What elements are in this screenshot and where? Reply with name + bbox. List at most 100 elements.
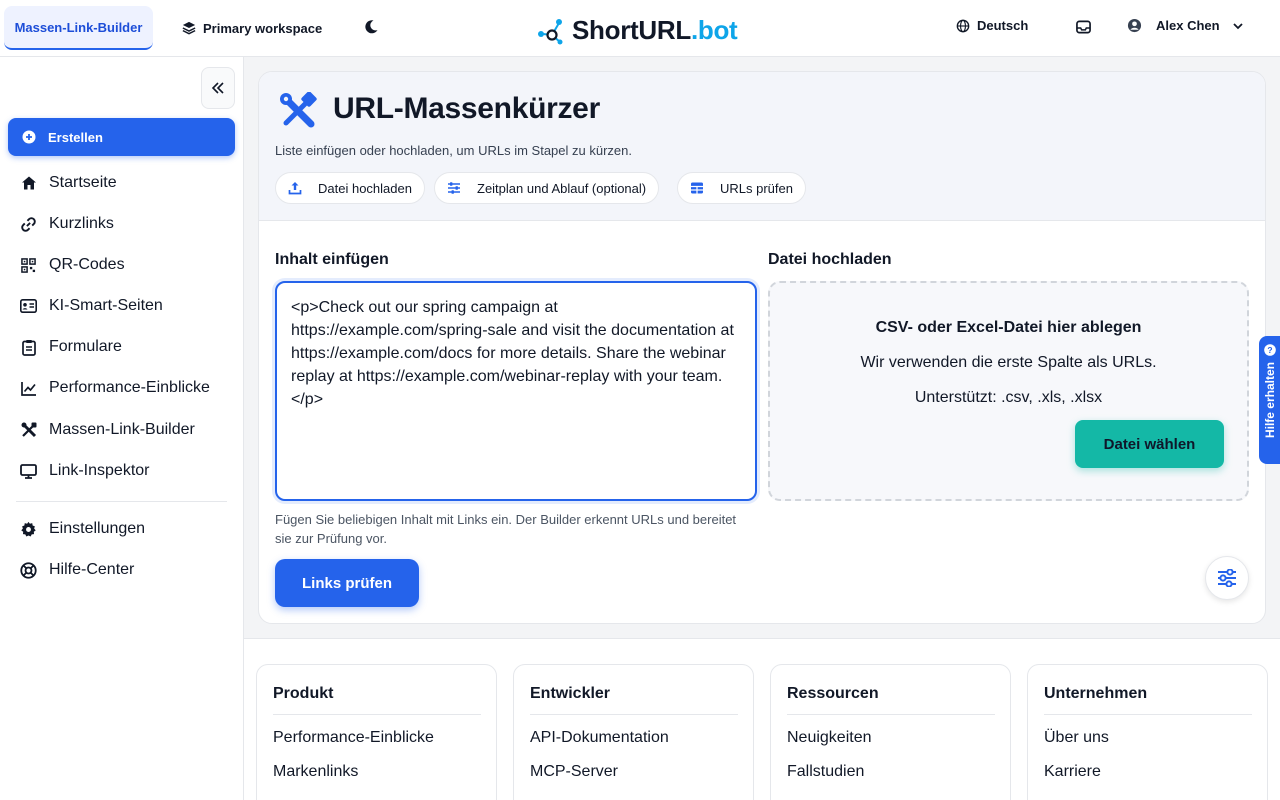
create-label: Erstellen	[48, 129, 103, 145]
sidebar-item-label: KI-Smart-Seiten	[49, 297, 163, 314]
user-avatar-icon	[1127, 18, 1142, 33]
page-title: URL-Massenkürzer	[333, 92, 600, 125]
sidebar-item-performance-einblicke[interactable]: Performance-Einblicke	[20, 377, 210, 399]
footer-link[interactable]: Karriere	[1044, 763, 1101, 781]
paste-label: Inhalt einfügen	[275, 251, 389, 268]
get-help-tab[interactable]: ? Hilfe erhalten	[1259, 336, 1280, 464]
sidebar: Erstellen Startseite Kurzlinks QR-Codes …	[0, 57, 244, 800]
tab-massen-link-builder[interactable]: Massen-Link-Builder	[4, 6, 153, 50]
bulk-shortener-card: URL-Massenkürzer Liste einfügen oder hoc…	[258, 71, 1266, 624]
footer-column-produkt: Produkt Performance-Einblicke Markenlink…	[256, 664, 497, 800]
top-bar: Massen-Link-Builder Primary workspace Sh…	[0, 0, 1280, 57]
home-icon	[20, 175, 37, 192]
sidebar-item-label: Formulare	[49, 338, 122, 355]
sidebar-item-label: Link-Inspektor	[49, 462, 150, 479]
footer-link[interactable]: Über uns	[1044, 729, 1109, 747]
id-card-icon	[20, 298, 37, 315]
upload-icon	[288, 182, 302, 195]
sidebar-item-kurzlinks[interactable]: Kurzlinks	[20, 213, 114, 235]
logo[interactable]: ShortURL.bot	[536, 14, 738, 46]
footer-divider	[273, 714, 481, 715]
collapse-sidebar-button[interactable]	[201, 67, 235, 109]
file-dropzone[interactable]: CSV- oder Excel-Datei hier ablegen Wir v…	[768, 281, 1249, 501]
user-menu[interactable]: Alex Chen	[1127, 18, 1244, 33]
sidebar-item-link-inspektor[interactable]: Link-Inspektor	[20, 460, 150, 482]
footer-column-title: Entwickler	[530, 685, 611, 702]
link-icon	[20, 216, 37, 233]
sidebar-item-label: Einstellungen	[49, 520, 146, 537]
paste-content-textarea[interactable]: <p>Check out our spring campaign at http…	[275, 281, 757, 501]
upload-label: Datei hochladen	[768, 251, 892, 268]
check-links-button[interactable]: Links prüfen	[275, 559, 419, 607]
settings-fab[interactable]	[1205, 556, 1249, 600]
footer-link[interactable]: Markenlinks	[273, 763, 358, 781]
sidebar-item-label: Massen-Link-Builder	[49, 421, 195, 438]
sidebar-item-startseite[interactable]: Startseite	[20, 172, 117, 194]
footer-divider	[530, 714, 738, 715]
sidebar-item-einstellungen[interactable]: Einstellungen	[20, 518, 145, 540]
workspace-name: Primary workspace	[203, 20, 323, 36]
dropzone-supported: Unterstützt: .csv, .xls, .xlsx	[914, 389, 1103, 406]
footer-link[interactable]: Neuigkeiten	[787, 729, 872, 747]
monitor-icon	[20, 463, 37, 480]
footer: Produkt Performance-Einblicke Markenlink…	[244, 638, 1280, 800]
theme-toggle[interactable]	[361, 17, 381, 37]
user-name: Alex Chen	[1156, 18, 1220, 33]
footer-column-title: Ressourcen	[787, 685, 879, 702]
chart-line-icon	[20, 380, 37, 397]
question-icon: ?	[1263, 344, 1276, 356]
inbox-button[interactable]	[1074, 18, 1092, 36]
sidebar-item-hilfe-center[interactable]: Hilfe-Center	[20, 559, 134, 581]
layers-icon	[182, 21, 196, 35]
footer-link[interactable]: API-Dokumentation	[530, 729, 669, 747]
schedule-pill[interactable]: Zeitplan und Ablauf (optional)	[434, 172, 660, 204]
create-button[interactable]: Erstellen	[8, 118, 235, 156]
pill-label: Datei hochladen	[318, 180, 412, 196]
footer-link[interactable]: MCP-Server	[530, 763, 618, 781]
footer-link[interactable]: Fallstudien	[787, 763, 864, 781]
card-header: URL-Massenkürzer Liste einfügen oder hoc…	[259, 72, 1265, 221]
footer-divider	[787, 714, 995, 715]
upload-file-pill[interactable]: Datei hochladen	[275, 172, 425, 204]
sliders-icon	[448, 182, 460, 194]
sidebar-item-label: QR-Codes	[49, 256, 125, 273]
sliders-icon	[1218, 569, 1236, 587]
plus-circle-icon	[22, 130, 36, 144]
footer-column-title: Unternehmen	[1044, 685, 1148, 702]
svg-text:?: ?	[1267, 345, 1272, 355]
page-subtitle: Liste einfügen oder hochladen, um URLs i…	[275, 143, 632, 158]
pill-label: Zeitplan und Ablauf (optional)	[477, 180, 647, 196]
workspace-switcher[interactable]: Primary workspace	[182, 18, 322, 38]
language-label: Deutsch	[977, 18, 1029, 33]
footer-divider	[1044, 714, 1252, 715]
paste-hint: Fügen Sie beliebigen Inhalt mit Links ei…	[275, 512, 737, 546]
sidebar-item-label: Hilfe-Center	[49, 561, 135, 578]
sidebar-item-qr-codes[interactable]: QR-Codes	[20, 254, 125, 276]
lifebuoy-icon	[20, 561, 37, 579]
tools-icon	[280, 92, 317, 128]
sidebar-item-label: Startseite	[49, 174, 117, 191]
footer-column-title: Produkt	[273, 685, 334, 702]
choose-file-button[interactable]: Datei wählen	[1075, 420, 1224, 468]
sidebar-item-label: Performance-Einblicke	[49, 379, 210, 396]
pill-label: URLs prüfen	[720, 180, 793, 196]
review-urls-pill[interactable]: URLs prüfen	[677, 172, 806, 204]
chevrons-left-icon	[211, 82, 224, 94]
tools-icon	[20, 422, 37, 439]
sidebar-item-ki-smart-seiten[interactable]: KI-Smart-Seiten	[20, 295, 163, 317]
table-icon	[691, 182, 703, 194]
qr-code-icon	[20, 257, 37, 274]
sidebar-item-formulare[interactable]: Formulare	[20, 336, 122, 358]
sidebar-item-massen-link-builder[interactable]: Massen-Link-Builder	[20, 419, 195, 441]
footer-column-unternehmen: Unternehmen Über uns Karriere	[1027, 664, 1268, 800]
moon-icon	[365, 20, 378, 34]
logo-network-icon	[538, 19, 563, 45]
dropzone-info: Wir verwenden die erste Spalte als URLs.	[860, 354, 1157, 371]
sidebar-item-label: Kurzlinks	[49, 215, 114, 232]
footer-link[interactable]: Performance-Einblicke	[273, 729, 434, 747]
footer-column-entwickler: Entwickler API-Dokumentation MCP-Server	[513, 664, 754, 800]
language-selector[interactable]: Deutsch	[956, 18, 1028, 33]
gear-icon	[20, 521, 37, 538]
dropzone-title: CSV- oder Excel-Datei hier ablegen	[875, 319, 1142, 336]
inbox-icon	[1075, 20, 1091, 34]
